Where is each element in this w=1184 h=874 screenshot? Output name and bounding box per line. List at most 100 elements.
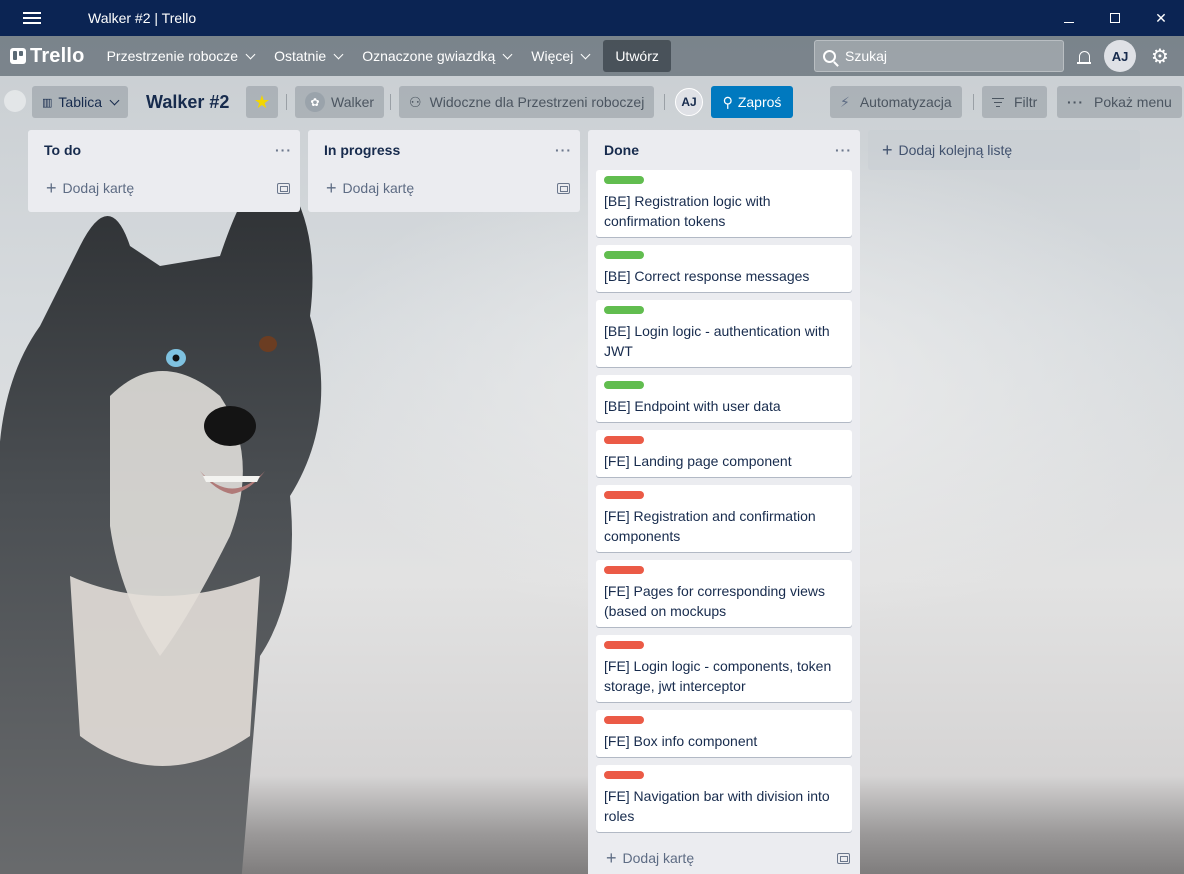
view-switcher-button[interactable]: ▥ Tablica [32, 86, 128, 118]
list-title[interactable]: In progress [324, 142, 400, 158]
divider [390, 94, 391, 110]
nav-more-label: Więcej [531, 48, 574, 64]
card-title: [BE] Endpoint with user data [604, 398, 781, 414]
visibility-label: Widoczne dla Przestrzeni roboczej [429, 94, 645, 110]
nav-workspaces-label: Przestrzenie robocze [106, 48, 239, 64]
divider [664, 94, 665, 110]
add-card-button[interactable]: + Dodaj kartę [308, 170, 580, 206]
card[interactable]: [FE] Landing page component [596, 430, 852, 477]
automation-button[interactable]: ⚡ Automatyzacja [830, 86, 962, 118]
card-title: [FE] Landing page component [604, 453, 792, 469]
label-green [604, 306, 644, 314]
nav-more[interactable]: Więcej [521, 40, 599, 72]
nav-workspaces[interactable]: Przestrzenie robocze [97, 40, 265, 72]
card-title: [FE] Registration and confirmation compo… [604, 508, 816, 544]
list-to-do: To do ··· + Dodaj kartę [28, 130, 300, 212]
card[interactable]: [FE] Pages for corresponding views (base… [596, 560, 852, 627]
create-button[interactable]: Utwórz [603, 40, 671, 72]
chevron-down-icon [502, 49, 513, 59]
chevron-down-icon [245, 49, 256, 59]
card-template-icon[interactable] [837, 852, 850, 864]
list-done: Done ··· [BE] Registration logic with co… [588, 130, 860, 874]
add-list-button[interactable]: + Dodaj kolejną listę [868, 130, 1140, 170]
card[interactable]: [BE] Registration logic with confirmatio… [596, 170, 852, 237]
card-title: [FE] Navigation bar with division into r… [604, 788, 830, 824]
member-avatar[interactable]: AJ [675, 88, 703, 116]
chevron-down-icon [580, 49, 591, 59]
label-green [604, 251, 644, 259]
user-avatar[interactable]: AJ [1104, 40, 1136, 72]
label-red [604, 436, 644, 444]
list-menu-icon[interactable]: ··· [555, 142, 572, 158]
minimize-button[interactable] [1046, 0, 1092, 36]
nav-starred[interactable]: Oznaczone gwiazdką [352, 40, 521, 72]
filter-button[interactable]: Filtr [982, 86, 1048, 118]
view-label: Tablica [58, 94, 102, 110]
maximize-icon [1110, 13, 1120, 23]
close-icon: ✕ [1155, 9, 1167, 26]
maximize-button[interactable] [1092, 0, 1138, 36]
app-navbar: Trello Przestrzenie robocze Ostatnie Ozn… [0, 36, 1184, 76]
list-menu-icon[interactable]: ··· [275, 142, 292, 158]
hamburger-menu-icon[interactable] [0, 0, 64, 36]
plus-icon: + [882, 139, 893, 160]
plus-icon: + [46, 178, 57, 198]
card-title: [BE] Registration logic with confirmatio… [604, 193, 771, 229]
card-template-icon[interactable] [557, 182, 570, 194]
card-title: [FE] Box info component [604, 733, 758, 749]
more-icon: ··· [1067, 94, 1084, 110]
label-red [604, 716, 644, 724]
add-card-button[interactable]: + Dodaj kartę [588, 840, 860, 874]
add-user-icon: ⚲ [722, 93, 733, 110]
label-red [604, 771, 644, 779]
trello-logo[interactable]: Trello [10, 45, 85, 68]
card[interactable]: [FE] Registration and confirmation compo… [596, 485, 852, 552]
card[interactable]: [FE] Navigation bar with division into r… [596, 765, 852, 832]
list-title[interactable]: To do [44, 142, 81, 158]
chevron-down-icon [109, 95, 120, 105]
list-title[interactable]: Done [604, 142, 639, 158]
list-in-progress: In progress ··· + Dodaj kartę [308, 130, 580, 212]
card[interactable]: [BE] Correct response messages [596, 245, 852, 292]
divider [973, 94, 974, 110]
star-icon[interactable]: ★ [246, 86, 278, 118]
automation-label: Automatyzacja [859, 94, 952, 110]
card-title: [BE] Correct response messages [604, 268, 810, 284]
add-card-label: Dodaj kartę [622, 850, 695, 866]
nav-recent[interactable]: Ostatnie [264, 40, 352, 72]
logo-text: Trello [30, 44, 85, 67]
sidebar-toggle-button[interactable] [4, 90, 26, 112]
close-button[interactable]: ✕ [1138, 0, 1184, 36]
gear-icon[interactable]: ⚙ [1150, 46, 1170, 68]
add-card-label: Dodaj kartę [342, 180, 415, 196]
list-menu-icon[interactable]: ··· [835, 142, 852, 158]
notifications-button[interactable] [1074, 44, 1094, 68]
workspace-button[interactable]: ✿ Walker [295, 86, 385, 118]
label-red [604, 641, 644, 649]
card-title: [FE] Login logic - components, token sto… [604, 658, 832, 694]
search-input[interactable]: Szukaj [814, 40, 1064, 72]
plus-icon: + [326, 178, 337, 198]
show-menu-button[interactable]: ··· Pokaż menu [1057, 86, 1182, 118]
workspace-label: Walker [331, 94, 375, 110]
card[interactable]: [BE] Endpoint with user data [596, 375, 852, 422]
card-title: [BE] Login logic - authentication with J… [604, 323, 830, 359]
add-card-button[interactable]: + Dodaj kartę [28, 170, 300, 206]
label-green [604, 381, 644, 389]
card[interactable]: [FE] Box info component [596, 710, 852, 757]
card-template-icon[interactable] [277, 182, 290, 194]
nav-starred-label: Oznaczone gwiazdką [362, 48, 496, 64]
card[interactable]: [BE] Login logic - authentication with J… [596, 300, 852, 367]
board-title[interactable]: Walker #2 [146, 92, 229, 113]
list-header: In progress ··· [308, 130, 580, 170]
divider [286, 94, 287, 110]
window-titlebar: Walker #2 | Trello ✕ [0, 0, 1184, 36]
card[interactable]: [FE] Login logic - components, token sto… [596, 635, 852, 702]
search-placeholder: Szukaj [845, 48, 888, 64]
list-header: To do ··· [28, 130, 300, 170]
people-icon: ⚇ [409, 93, 422, 110]
visibility-button[interactable]: ⚇ Widoczne dla Przestrzeni roboczej [399, 86, 655, 118]
show-menu-label: Pokaż menu [1094, 94, 1172, 110]
invite-button[interactable]: ⚲ Zaproś [711, 86, 793, 118]
label-red [604, 566, 644, 574]
